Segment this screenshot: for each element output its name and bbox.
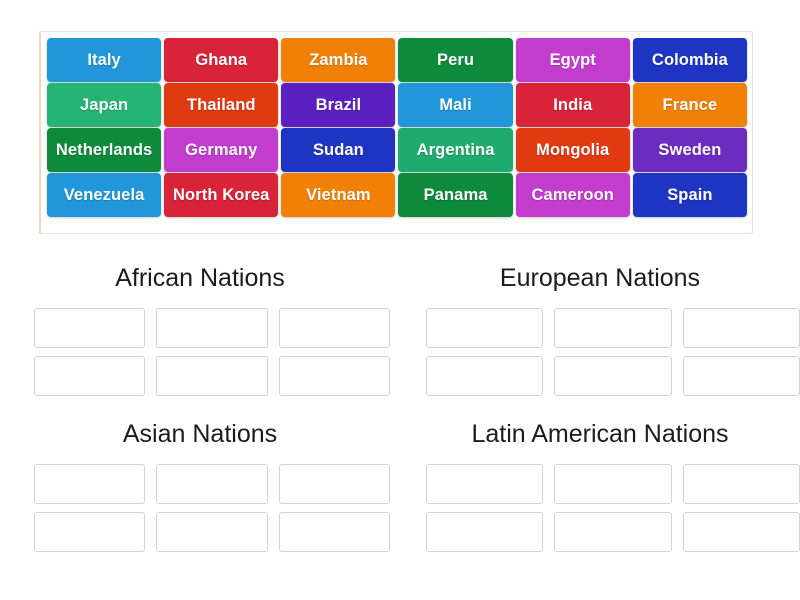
word-tile[interactable]: Ghana [164, 38, 279, 82]
drop-slot[interactable] [278, 308, 390, 348]
word-tile[interactable]: Egypt [515, 38, 630, 82]
category-section: Asian Nations [0, 404, 400, 560]
drop-slot[interactable] [156, 512, 268, 552]
drop-slot[interactable] [426, 464, 544, 504]
drop-slot[interactable] [278, 464, 390, 504]
word-tile[interactable]: Vietnam [281, 173, 396, 217]
category-title: Asian Nations [122, 420, 278, 448]
drop-slot[interactable] [156, 308, 268, 348]
drop-slot[interactable] [554, 308, 672, 348]
word-tile[interactable]: France [632, 83, 747, 127]
word-tile[interactable]: Panama [398, 173, 513, 217]
word-tile[interactable]: Spain [632, 173, 747, 217]
drop-slot[interactable] [426, 356, 544, 396]
drop-slot[interactable] [34, 356, 146, 396]
word-tile[interactable]: Mongolia [515, 128, 630, 172]
category-section: European Nations [400, 248, 800, 404]
drop-slot[interactable] [554, 356, 672, 396]
category-slot-grid [426, 308, 800, 396]
drop-slot[interactable] [682, 356, 800, 396]
word-bank-tile-grid: Italy Ghana Zambia Peru Egypt Colombia Japan Th… [47, 38, 747, 217]
word-tile[interactable]: Colombia [632, 38, 747, 82]
drop-slot[interactable] [278, 356, 390, 396]
word-tile[interactable]: Netherlands [47, 128, 162, 172]
drop-slot[interactable] [554, 464, 672, 504]
drop-slot[interactable] [156, 464, 268, 504]
word-tile[interactable]: Italy [47, 38, 162, 82]
word-tile[interactable]: India [515, 83, 630, 127]
word-tile[interactable]: North Korea [164, 173, 279, 217]
drop-slot[interactable] [682, 464, 800, 504]
word-tile[interactable]: Germany [164, 128, 279, 172]
category-title: European Nations [499, 264, 701, 292]
drop-slot[interactable] [34, 308, 146, 348]
drop-slot[interactable] [682, 308, 800, 348]
word-tile[interactable]: Sweden [632, 128, 747, 172]
word-tile[interactable]: Mali [398, 83, 513, 127]
word-tile[interactable]: Thailand [164, 83, 279, 127]
word-tile[interactable]: Zambia [281, 38, 396, 82]
group-sort-activity: Italy Ghana Zambia Peru Egypt Colombia Japan Th… [0, 0, 800, 600]
category-title: African Nations [115, 264, 285, 292]
word-tile[interactable]: Sudan [281, 128, 396, 172]
drop-slot[interactable] [278, 512, 390, 552]
category-sections: African Nations European Nations Asian Nat… [0, 248, 800, 560]
category-slot-grid [34, 464, 390, 552]
drop-slot[interactable] [34, 512, 146, 552]
word-tile[interactable]: Venezuela [47, 173, 162, 217]
category-section: Latin American Nations [400, 404, 800, 560]
drop-slot[interactable] [554, 512, 672, 552]
drop-slot[interactable] [34, 464, 146, 504]
word-tile[interactable]: Peru [398, 38, 513, 82]
word-tile[interactable]: Brazil [281, 83, 396, 127]
category-slot-grid [426, 464, 800, 552]
word-tile[interactable]: Japan [47, 83, 162, 127]
category-slot-grid [34, 308, 390, 396]
drop-slot[interactable] [426, 512, 544, 552]
category-section: African Nations [0, 248, 400, 404]
drop-slot[interactable] [156, 356, 268, 396]
category-title: Latin American Nations [471, 420, 729, 448]
word-tile[interactable]: Argentina [398, 128, 513, 172]
word-tile[interactable]: Cameroon [515, 173, 630, 217]
drop-slot[interactable] [682, 512, 800, 552]
drop-slot[interactable] [426, 308, 544, 348]
word-bank-container: Italy Ghana Zambia Peru Egypt Colombia Japan Th… [39, 31, 753, 234]
